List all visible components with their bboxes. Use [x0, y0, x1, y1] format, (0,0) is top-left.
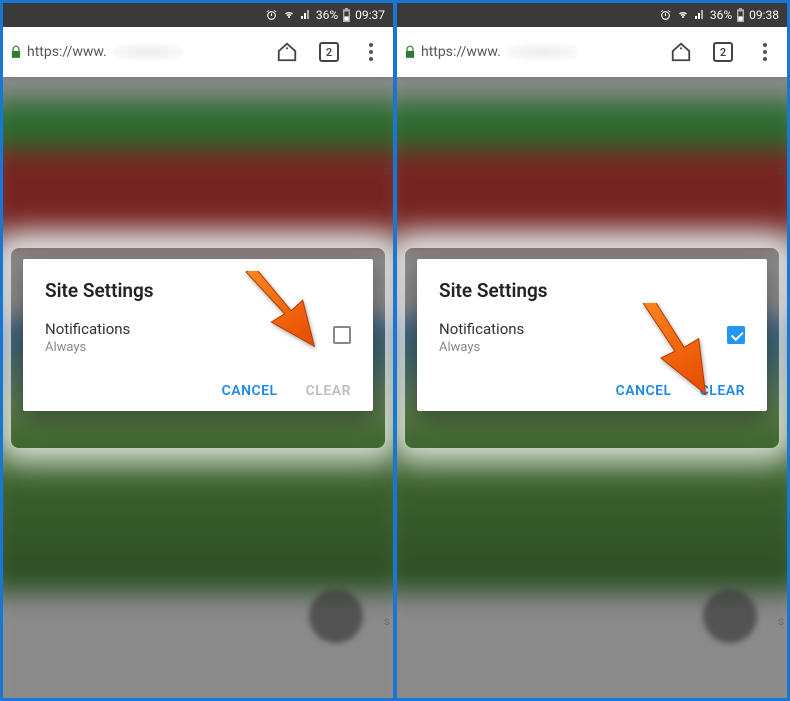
clock-time: 09:38 [749, 8, 779, 22]
fab-shadow [703, 589, 757, 643]
status-bar: 36% 09:38 [397, 3, 787, 27]
url-redacted [113, 44, 183, 60]
notifications-label: Notifications [439, 320, 524, 338]
phone-right: s s 36% 09:38 https://www. 2 [397, 3, 787, 698]
wifi-icon [676, 9, 690, 21]
notifications-row[interactable]: Notifications Always [439, 320, 745, 355]
clock-time: 09:37 [355, 8, 385, 22]
dialog-title: Site Settings [45, 279, 351, 302]
notifications-sub: Always [45, 340, 130, 355]
dialog-actions: CANCEL CLEAR [439, 383, 745, 399]
notifications-row[interactable]: Notifications Always [45, 320, 351, 355]
battery-icon [342, 8, 351, 22]
tabs-icon[interactable]: 2 [707, 36, 739, 68]
home-icon[interactable] [271, 36, 303, 68]
tabs-count: 2 [720, 46, 726, 59]
tabs-icon[interactable]: 2 [313, 36, 345, 68]
decor-s: s [384, 163, 390, 177]
notifications-checkbox[interactable] [333, 326, 351, 344]
notifications-label: Notifications [45, 320, 130, 338]
notifications-checkbox[interactable] [727, 326, 745, 344]
clear-button: CLEAR [306, 383, 351, 399]
more-menu-icon[interactable] [749, 36, 781, 68]
signal-icon [694, 9, 706, 21]
url-prefix: https://www. [421, 44, 501, 60]
wifi-icon [282, 9, 296, 21]
alarm-icon [265, 9, 278, 22]
more-menu-icon[interactable] [355, 36, 387, 68]
signal-icon [300, 9, 312, 21]
url-display[interactable]: https://www. [9, 44, 261, 60]
notifications-sub: Always [439, 340, 524, 355]
phone-left: s s 36% 09:37 https://www. 2 [3, 3, 393, 698]
alarm-icon [659, 9, 672, 22]
site-settings-dialog: Site Settings Notifications Always CANCE… [23, 259, 373, 411]
tabs-count: 2 [326, 46, 332, 59]
site-settings-dialog: Site Settings Notifications Always CANCE… [417, 259, 767, 411]
battery-pct: 36% [316, 8, 338, 22]
url-redacted [507, 44, 577, 60]
battery-icon [736, 8, 745, 22]
lock-icon [403, 44, 417, 60]
home-icon[interactable] [665, 36, 697, 68]
dialog-title: Site Settings [439, 279, 745, 302]
decor-s: s [778, 614, 784, 628]
battery-pct: 36% [710, 8, 732, 22]
decor-s: s [778, 163, 784, 177]
clear-button[interactable]: CLEAR [700, 383, 745, 399]
cancel-button[interactable]: CANCEL [616, 383, 672, 399]
dialog-actions: CANCEL CLEAR [45, 383, 351, 399]
lock-icon [9, 44, 23, 60]
url-display[interactable]: https://www. [403, 44, 655, 60]
url-bar: https://www. 2 [397, 27, 787, 77]
fab-shadow [309, 589, 363, 643]
cancel-button[interactable]: CANCEL [222, 383, 278, 399]
url-prefix: https://www. [27, 44, 107, 60]
status-bar: 36% 09:37 [3, 3, 393, 27]
decor-s: s [384, 614, 390, 628]
url-bar: https://www. 2 [3, 27, 393, 77]
